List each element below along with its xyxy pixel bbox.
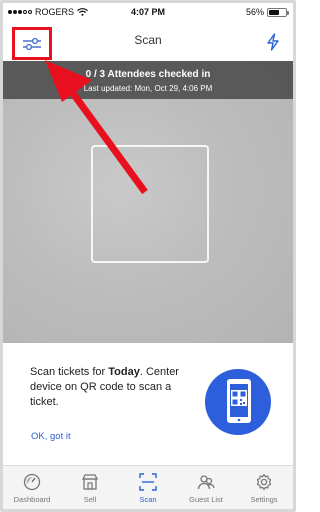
scan-instructions: Scan tickets for Today. Center device on… [30, 365, 190, 410]
instructions-text: Scan tickets for [30, 366, 109, 378]
phone-screen: ROGERS 4:07 PM 56% Scan 0 / 3 Attendees … [0, 0, 296, 512]
speedometer-icon [22, 472, 42, 492]
battery-icon [267, 7, 289, 17]
status-bar: ROGERS 4:07 PM 56% [3, 3, 293, 21]
page-title: Scan [134, 33, 162, 47]
storefront-icon [80, 472, 100, 492]
gear-icon [254, 472, 274, 492]
nav-bar: Scan [3, 21, 293, 61]
scan-target-frame [91, 145, 209, 263]
checkin-count: 0 / 3 Attendees checked in [85, 69, 211, 80]
tab-guest-list[interactable]: Guest List [177, 466, 235, 509]
tab-dashboard[interactable]: Dashboard [3, 466, 61, 509]
tab-label: Settings [250, 495, 278, 504]
tab-scan[interactable]: Scan [119, 466, 177, 509]
bottom-tab-bar: Dashboard Sell Scan Guest List Settings [3, 465, 293, 509]
tab-label: Sell [83, 495, 97, 504]
checkin-banner: 0 / 3 Attendees checked in Last updated:… [3, 61, 293, 99]
guests-icon [196, 472, 216, 492]
lightning-icon[interactable] [265, 33, 281, 51]
scan-icon [138, 472, 158, 492]
scan-info-panel: Scan tickets for Today. Center device on… [3, 343, 293, 465]
phone-qr-illustration [205, 369, 271, 435]
tab-label: Scan [139, 495, 157, 504]
instructions-day: Today [108, 366, 140, 378]
last-updated: Last updated: Mon, Oct 29, 4:06 PM [83, 84, 213, 93]
tab-label: Dashboard [13, 495, 51, 504]
tab-settings[interactable]: Settings [235, 466, 293, 509]
battery-percent: 56% [245, 7, 264, 17]
tab-label: Guest List [189, 495, 223, 504]
camera-viewfinder: 0 / 3 Attendees checked in Last updated:… [3, 61, 293, 343]
tab-sell[interactable]: Sell [61, 466, 119, 509]
ok-got-it-link[interactable]: OK, got it [31, 431, 71, 442]
